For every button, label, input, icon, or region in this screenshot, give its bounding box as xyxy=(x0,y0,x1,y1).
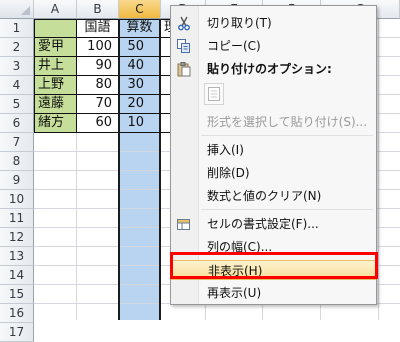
column-header-a[interactable]: A xyxy=(34,0,77,19)
row-header-14[interactable]: 14 xyxy=(0,266,34,285)
menu-item-format-cells-label: セルの書式設定(F)... xyxy=(207,217,319,231)
paste-options-label: 貼り付けのオプション: xyxy=(207,62,332,76)
menu-separator xyxy=(201,209,373,210)
cell-kokugo[interactable]: 80 xyxy=(77,76,118,94)
row-header-9[interactable]: 9 xyxy=(0,171,34,190)
cell-kokugo[interactable]: 100 xyxy=(77,38,118,56)
row-header-1[interactable]: 1 xyxy=(0,19,34,38)
row-header-8[interactable]: 8 xyxy=(0,152,34,171)
paste-option-button[interactable] xyxy=(204,83,224,105)
cell-name[interactable]: 緒方 xyxy=(35,114,77,132)
row-header-7[interactable]: 7 xyxy=(0,133,34,152)
row-header-16[interactable]: 16 xyxy=(0,304,34,323)
scissors-icon xyxy=(178,16,190,31)
menu-item-clear-label: 数式と値のクリア(N) xyxy=(207,189,322,203)
paste-document-icon xyxy=(208,87,220,101)
select-all-corner[interactable] xyxy=(0,0,34,19)
row-header-15[interactable]: 15 xyxy=(0,285,34,304)
menu-item-paste-special-label: 形式を選択して貼り付け(S)... xyxy=(207,115,368,129)
cell-name[interactable]: 愛甲 xyxy=(35,38,77,56)
row-header-6[interactable]: 6 xyxy=(0,114,34,133)
menu-item-insert[interactable]: 挿入(I) xyxy=(171,140,376,160)
row-header-11[interactable]: 11 xyxy=(0,209,34,228)
column-header-b[interactable]: B xyxy=(77,0,119,19)
cell-name[interactable]: 上野 xyxy=(35,76,77,94)
menu-item-delete[interactable]: 削除(D) xyxy=(171,163,376,183)
menu-item-unhide[interactable]: 再表示(U) xyxy=(171,283,376,303)
menu-item-cut[interactable]: 切り取り(T) xyxy=(171,13,376,33)
copy-icon xyxy=(177,39,190,53)
column-selection-border xyxy=(118,19,161,320)
menu-item-copy[interactable]: コピー(C) xyxy=(171,36,376,56)
cell-name[interactable]: 井上 xyxy=(35,57,77,75)
format-cells-icon xyxy=(177,219,190,230)
menu-separator xyxy=(201,135,373,136)
row-header-13[interactable]: 13 xyxy=(0,247,34,266)
row-header-4[interactable]: 4 xyxy=(0,76,34,95)
menu-item-unhide-label: 再表示(U) xyxy=(207,286,262,300)
row-header-17[interactable]: 17 xyxy=(0,323,34,342)
menu-header-paste-options: 貼り付けのオプション: xyxy=(171,59,376,79)
clipboard-icon xyxy=(177,62,191,77)
row-header-2[interactable]: 2 xyxy=(0,38,34,57)
cell-header-kokugo[interactable]: 国語 xyxy=(77,19,118,37)
menu-item-clear[interactable]: 数式と値のクリア(N) xyxy=(171,186,376,206)
cell-kokugo[interactable]: 70 xyxy=(77,95,118,113)
cell-kokugo[interactable]: 60 xyxy=(77,114,118,132)
menu-item-delete-label: 削除(D) xyxy=(207,166,250,180)
cell-a1[interactable] xyxy=(35,19,77,37)
cell-header-partial[interactable]: 理 xyxy=(162,19,170,37)
menu-item-copy-label: コピー(C) xyxy=(207,39,261,53)
cell-name[interactable]: 遠藤 xyxy=(35,95,77,113)
menu-item-cut-label: 切り取り(T) xyxy=(207,16,272,30)
highlight-box xyxy=(170,252,378,279)
row-header-12[interactable]: 12 xyxy=(0,228,34,247)
menu-item-format-cells[interactable]: セルの書式設定(F)... xyxy=(171,214,376,234)
column-header-c[interactable]: C xyxy=(119,0,161,19)
row-header-5[interactable]: 5 xyxy=(0,95,34,114)
menu-item-paste-special[interactable]: 形式を選択して貼り付け(S)... xyxy=(171,112,376,132)
cell-kokugo[interactable]: 90 xyxy=(77,57,118,75)
row-header-10[interactable]: 10 xyxy=(0,190,34,209)
row-header-3[interactable]: 3 xyxy=(0,57,34,76)
menu-item-insert-label: 挿入(I) xyxy=(207,143,244,157)
